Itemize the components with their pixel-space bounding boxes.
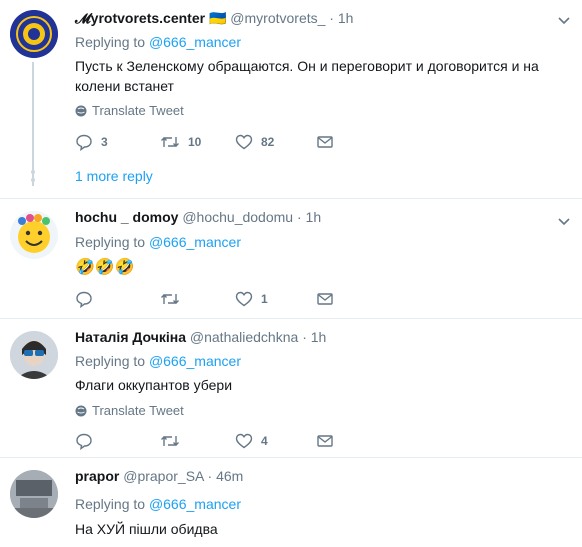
flag-icon: 🇺🇦 [208,10,227,26]
replying-to: Replying to @666_mancer [75,496,241,512]
replying-to: Replying to @666_mancer [75,353,241,369]
separator-dot: · [329,10,334,26]
like-count: 4 [261,434,268,448]
like-button[interactable]: 4 [235,432,268,450]
tweet-header: hochu _ domoy @hochu_dodomu · 1h [75,209,321,225]
display-name[interactable]: hochu _ domoy [75,209,178,225]
user-photo-icon [10,470,58,518]
separator-dot: · [296,209,302,225]
tweet-actions: 3 10 82 [75,133,355,153]
user-photo-icon [10,331,58,379]
like-count: 1 [261,292,268,306]
display-name[interactable]: Наталія Дочкіна [75,329,186,345]
translate-tweet-link[interactable]: Translate Tweet [75,403,184,418]
tweet-header: Наталія Дочкіна @nathaliedchkna · 1h [75,329,326,345]
display-name[interactable]: 𝓜yrotvorets.center [75,10,205,26]
reply-icon [76,433,92,450]
reply-button[interactable] [75,432,93,450]
username[interactable]: @prapor_SA [123,468,203,484]
retweet-count: 10 [188,135,202,149]
tweet[interactable]: 𝓜yrotvorets.center 🇺🇦 @myrotvorets_ · 1h… [0,0,582,197]
timestamp[interactable]: 1h [311,329,327,345]
chevron-down-icon[interactable] [556,12,572,28]
username[interactable]: @nathaliedchkna [190,329,298,345]
mention-link[interactable]: @666_mancer [149,353,241,369]
replying-label: Replying to [75,353,146,369]
retweet-button[interactable] [160,432,180,450]
emoji-face-icon [18,214,50,253]
tweet[interactable]: hochu _ domoy @hochu_dodomu · 1h Replyin… [0,199,582,317]
tweet-actions: 4 [75,432,355,452]
globe-icon [75,105,87,116]
retweet-button[interactable]: 10 [160,133,201,151]
replying-label: Replying to [75,496,146,512]
avatar[interactable] [10,470,58,518]
envelope-icon [317,293,333,305]
thread-dot [31,170,35,174]
thread-dot [31,178,35,182]
heart-icon [235,134,253,150]
replying-to: Replying to @666_mancer [75,34,241,50]
globe-icon [75,405,87,416]
replying-label: Replying to [75,34,146,50]
retweet-icon [161,294,179,304]
reply-count: 3 [101,135,108,149]
tweet[interactable]: prapor @prapor_SA · 46m Replying to @666… [0,458,582,547]
tweet-text: На ХУЙ пішли обидва [75,521,218,537]
timestamp[interactable]: 1h [338,10,354,26]
display-name[interactable]: prapor [75,468,119,484]
tweet-text: 🤣🤣🤣 [75,259,135,276]
translate-tweet-link[interactable]: Translate Tweet [75,103,184,118]
like-button[interactable]: 1 [235,290,268,308]
tweet[interactable]: Наталія Дочкіна @nathaliedchkna · 1h Rep… [0,319,582,456]
username[interactable]: @hochu_dodomu [182,209,293,225]
envelope-icon [317,136,333,148]
tweet-actions: 1 [75,290,355,310]
mention-link[interactable]: @666_mancer [149,496,241,512]
direct-message-button[interactable] [316,432,334,450]
separator-dot: · [207,468,213,484]
mention-link[interactable]: @666_mancer [149,34,241,50]
retweet-icon [161,137,179,147]
translate-label: Translate Tweet [92,403,184,418]
timestamp[interactable]: 1h [306,209,322,225]
timestamp[interactable]: 46m [216,468,243,484]
translate-label: Translate Tweet [92,103,184,118]
like-count: 82 [261,135,275,149]
replying-label: Replying to [75,234,146,250]
reply-button[interactable] [75,290,93,308]
heart-icon [235,433,253,449]
avatar[interactable] [10,331,58,379]
tweet-text: Флаги оккупантов убери [75,377,233,393]
replying-to: Replying to @666_mancer [75,234,241,250]
heart-icon [235,291,253,307]
username[interactable]: @myrotvorets_ [230,10,325,26]
tweet-header: prapor @prapor_SA · 46m [75,468,243,484]
retweet-icon [161,436,179,446]
like-button[interactable]: 82 [235,133,274,151]
show-more-replies-link[interactable]: 1 more reply [75,168,153,184]
avatar[interactable] [10,10,58,58]
tweet-text: Пусть к Зеленскому обращаются. Он и пере… [75,58,539,94]
direct-message-button[interactable] [316,290,334,308]
avatar[interactable] [10,211,58,259]
retweet-button[interactable] [160,290,180,308]
envelope-icon [317,435,333,447]
tweet-header: 𝓜yrotvorets.center 🇺🇦 @myrotvorets_ · 1h [75,10,353,27]
reply-button[interactable]: 3 [75,133,108,151]
separator-dot: · [302,329,307,345]
mention-link[interactable]: @666_mancer [149,234,241,250]
thread-line [32,62,34,186]
chevron-down-icon[interactable] [556,213,572,229]
myrotvorets-logo-icon [10,10,58,58]
reply-icon [76,134,92,151]
direct-message-button[interactable] [316,133,334,151]
reply-icon [76,291,92,308]
